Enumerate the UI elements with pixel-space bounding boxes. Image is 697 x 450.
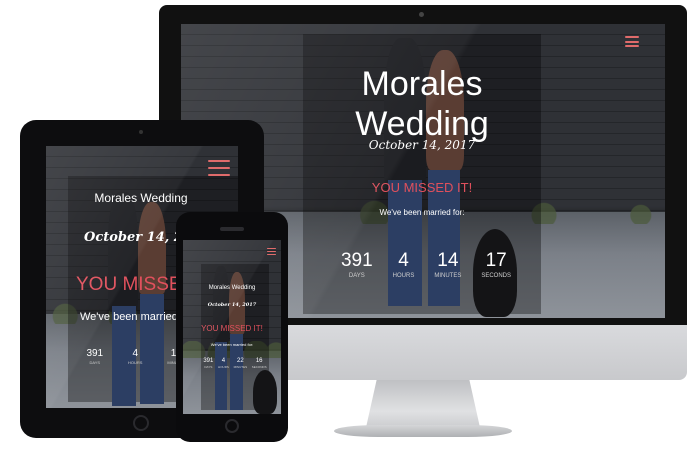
- days-value: 391: [340, 250, 373, 271]
- phone-screen: Morales Wedding October 14, 2017 YOU MIS…: [183, 240, 281, 414]
- phone-countdown-seconds: 16 SECONDS: [252, 358, 267, 374]
- phone-married-for-label: We've been married for:: [210, 342, 254, 347]
- married-for-label: We've been married for:: [379, 208, 465, 217]
- tablet-countdown-hours: 4 HOURS: [128, 348, 142, 372]
- countdown-minutes: 14 MINUTES: [434, 250, 461, 286]
- tablet-days-label: DAYS: [89, 360, 101, 365]
- tablet-site-title: Morales Wedding: [94, 191, 188, 205]
- countdown-hours: 4 HOURS: [393, 250, 415, 286]
- minutes-value: 14: [437, 250, 459, 271]
- tablet-couple-photo: [106, 186, 176, 408]
- phone-countdown-days: 391 DAYS: [203, 358, 213, 374]
- phone-site-title: Morales Wedding: [208, 285, 256, 291]
- phone-hours-label: HOURS: [218, 365, 229, 369]
- hamburger-menu-icon[interactable]: [625, 36, 639, 47]
- seconds-label: SECONDS: [481, 273, 511, 279]
- phone-minutes-label: MINUTES: [233, 365, 248, 369]
- phone-wedding-date: October 14, 2017: [207, 302, 257, 308]
- tablet-countdown-days: 391 DAYS: [86, 348, 103, 372]
- tablet-days-value: 391: [86, 348, 104, 359]
- missed-it-message: YOU MISSED IT!: [371, 180, 473, 195]
- phone-hamburger-menu-icon[interactable]: [267, 248, 276, 255]
- countdown-days: 391 DAYS: [341, 250, 373, 286]
- phone-seconds-value: 16: [255, 358, 263, 364]
- countdown-timer: 391 DAYS 4 HOURS 14 MINUTES 17 SECONDS: [331, 250, 521, 286]
- minutes-label: MINUTES: [434, 273, 462, 279]
- phone-seconds-label: SECONDS: [251, 365, 267, 369]
- site-title: Morales Wedding: [355, 65, 489, 143]
- tablet-home-button: [133, 415, 149, 431]
- phone-countdown-timer: 391 DAYS 4 HOURS 22 MINUTES 16 SECONDS: [201, 358, 269, 374]
- wedding-date: October 14, 2017: [368, 138, 476, 152]
- phone-hours-value: 4: [221, 358, 226, 364]
- desktop-foot: [334, 425, 512, 437]
- phone-missed-it-message: YOU MISSED IT!: [201, 324, 263, 333]
- phone-countdown-minutes: 22 MINUTES: [234, 358, 248, 374]
- phone-dog-photo: [253, 370, 277, 414]
- tablet-hamburger-menu-icon[interactable]: [208, 160, 230, 176]
- hours-value: 4: [398, 250, 409, 271]
- phone-countdown-hours: 4 HOURS: [218, 358, 229, 374]
- phone-days-label: DAYS: [204, 365, 213, 369]
- tablet-hours-label: HOURS: [128, 360, 143, 365]
- hours-label: HOURS: [392, 273, 415, 279]
- phone-home-button: [225, 419, 239, 433]
- countdown-seconds: 17 SECONDS: [481, 250, 511, 286]
- phone-days-value: 391: [203, 358, 214, 364]
- seconds-value: 17: [485, 250, 507, 271]
- tablet-hours-value: 4: [132, 348, 138, 359]
- days-label: DAYS: [348, 273, 365, 279]
- tablet-camera: [139, 130, 143, 134]
- desktop-camera: [419, 12, 424, 17]
- phone-speaker: [220, 227, 244, 231]
- phone-minutes-value: 22: [236, 358, 244, 364]
